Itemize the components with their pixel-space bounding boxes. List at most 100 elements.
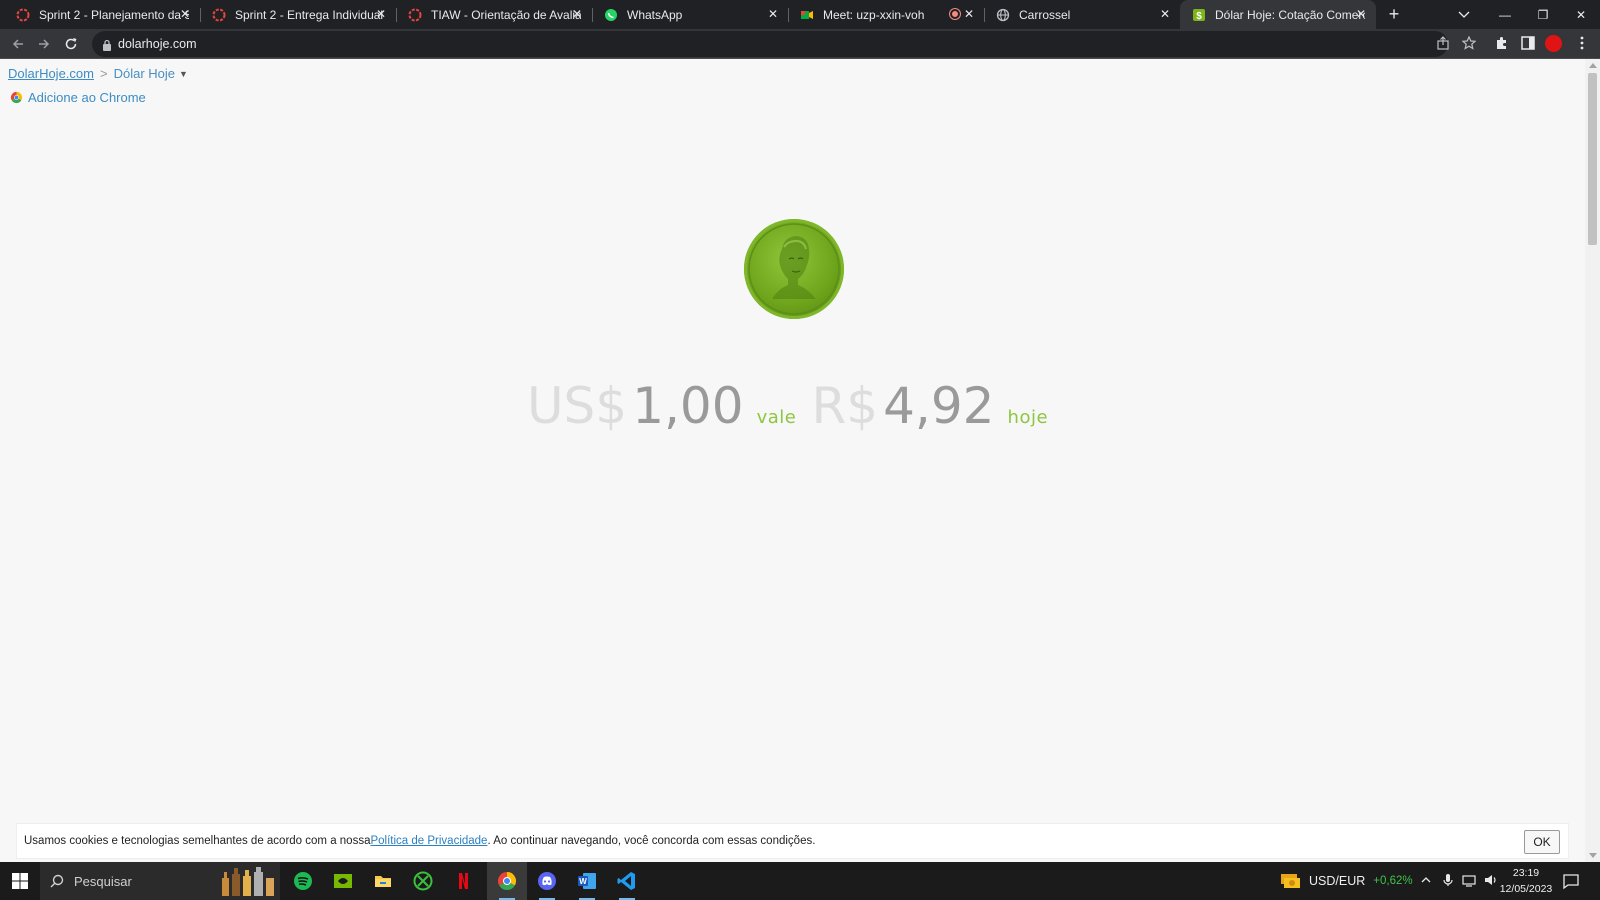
xbox-icon[interactable] xyxy=(403,862,443,900)
connector-text: vale xyxy=(756,407,797,428)
breadcrumb: DolarHoje.com > Dólar Hoje ▼ xyxy=(8,66,188,81)
tab-tiaw-orientacao[interactable]: TIAW - Orientação de Avaliação ✕ xyxy=(396,0,593,29)
cookie-banner: Usamos cookies e tecnologias semelhantes… xyxy=(16,823,1569,859)
spotify-icon[interactable] xyxy=(283,862,323,900)
file-explorer-icon[interactable] xyxy=(363,862,403,900)
tab-search-chevron-icon[interactable] xyxy=(1456,6,1472,22)
search-icon xyxy=(50,874,64,888)
svg-text:W: W xyxy=(579,877,587,886)
to-amount-input[interactable]: 4,92 xyxy=(883,377,994,435)
tab-sprint2-planejamento[interactable]: Sprint 2 - Planejamento da Sprint ✕ xyxy=(4,0,201,29)
whatsapp-icon xyxy=(604,8,618,22)
system-clock[interactable]: 23:19 12/05/2023 xyxy=(1496,865,1556,897)
recording-indicator-icon xyxy=(950,9,960,19)
ticker-change: +0,62% xyxy=(1373,875,1413,887)
close-window-icon[interactable]: ✕ xyxy=(1562,0,1600,29)
close-tab-icon[interactable]: ✕ xyxy=(178,7,192,21)
word-icon[interactable]: W xyxy=(567,862,607,900)
system-tray xyxy=(1420,862,1498,900)
tab-dolar-hoje[interactable]: $ Dólar Hoje: Cotação Comercial do Dólar… xyxy=(1180,0,1376,29)
tab-title: Carrossel xyxy=(1019,7,1071,22)
close-tab-icon[interactable]: ✕ xyxy=(962,7,976,21)
window-controls: — ❐ ✕ xyxy=(1486,0,1600,29)
close-tab-icon[interactable]: ✕ xyxy=(766,7,780,21)
vscode-icon[interactable] xyxy=(607,862,647,900)
side-panel-icon[interactable] xyxy=(1520,35,1536,51)
from-currency: US$ xyxy=(526,377,628,435)
extensions-puzzle-icon[interactable] xyxy=(1494,35,1510,51)
tab-title: Sprint 2 - Entrega Individual (ZIP) xyxy=(235,7,385,22)
close-tab-icon[interactable]: ✕ xyxy=(1158,7,1172,21)
profile-avatar[interactable] xyxy=(1545,35,1562,52)
to-currency: R$ xyxy=(811,377,879,435)
currency-ticker-widget[interactable]: USD/EUR +0,62% xyxy=(1279,862,1413,900)
netflix-icon[interactable] xyxy=(443,862,483,900)
minimize-icon[interactable]: — xyxy=(1486,0,1524,29)
cookie-text-before: Usamos cookies e tecnologias semelhantes… xyxy=(24,835,371,847)
more-menu-icon[interactable] xyxy=(1574,35,1590,51)
scrollbar-thumb[interactable] xyxy=(1588,73,1597,245)
clock-time: 23:19 xyxy=(1512,867,1540,879)
meet-icon xyxy=(800,8,814,22)
search-placeholder: Pesquisar xyxy=(74,873,132,889)
notification-center-icon[interactable] xyxy=(1562,872,1580,890)
tab-carrossel[interactable]: Carrossel ✕ xyxy=(984,0,1180,29)
close-tab-icon[interactable]: ✕ xyxy=(570,7,584,21)
tab-sprint2-entrega[interactable]: Sprint 2 - Entrega Individual (ZIP) ✕ xyxy=(200,0,397,29)
new-tab-button[interactable]: + xyxy=(1384,4,1404,24)
bookmark-star-icon[interactable] xyxy=(1461,35,1478,52)
address-bar[interactable]: dolarhoje.com xyxy=(92,31,1477,57)
discord-icon[interactable] xyxy=(527,862,567,900)
add-to-chrome-link[interactable]: Adicione ao Chrome xyxy=(10,90,146,105)
ticker-label: USD/EUR xyxy=(1309,874,1366,888)
page-content: DolarHoje.com > Dólar Hoje ▼ Adicione ao… xyxy=(0,59,1585,862)
close-tab-icon[interactable]: ✕ xyxy=(374,7,388,21)
tab-title: Sprint 2 - Planejamento da Sprint xyxy=(39,7,189,22)
dollar-icon: $ xyxy=(1192,8,1206,22)
url-text: dolarhoje.com xyxy=(118,37,197,51)
chevron-down-icon[interactable]: ▼ xyxy=(179,69,188,79)
lock-icon[interactable] xyxy=(102,38,112,51)
windows-taskbar: Pesquisar W USD/EUR +0,62% 23:19 12/05/2… xyxy=(0,862,1600,900)
restore-icon[interactable]: ❐ xyxy=(1524,0,1562,29)
chevron-up-icon[interactable] xyxy=(1420,874,1432,889)
reload-icon[interactable] xyxy=(62,35,80,53)
search-highlight-bottles-icon xyxy=(220,866,276,896)
ticker-money-icon xyxy=(1279,870,1301,893)
privacy-policy-link[interactable]: Política de Privacidade xyxy=(370,835,487,847)
cookie-ok-button[interactable]: OK xyxy=(1524,830,1560,854)
tab-title: WhatsApp xyxy=(627,7,683,22)
scroll-down-icon[interactable] xyxy=(1589,853,1597,858)
globe-icon xyxy=(996,8,1010,22)
browser-toolbar: dolarhoje.com xyxy=(0,29,1600,59)
microphone-icon[interactable] xyxy=(1442,873,1454,890)
tab-meet[interactable]: Meet: uzp-xxin-voh ✕ xyxy=(788,0,985,29)
circle-dashed-red-icon xyxy=(212,8,226,22)
tab-title: TIAW - Orientação de Avaliação xyxy=(431,7,581,22)
from-amount: 1,00 xyxy=(632,377,744,435)
close-tab-icon[interactable]: ✕ xyxy=(1354,7,1368,21)
breadcrumb-separator: > xyxy=(99,66,108,81)
browser-tab-strip: Sprint 2 - Planejamento da Sprint ✕ Spri… xyxy=(0,0,1600,29)
page-scrollbar[interactable] xyxy=(1585,59,1600,862)
taskbar-search[interactable]: Pesquisar xyxy=(40,862,280,900)
tab-title: Dólar Hoje: Cotação Comercial do Dólar xyxy=(1215,7,1365,22)
suffix-text: hoje xyxy=(1007,407,1049,428)
forward-arrow-icon[interactable] xyxy=(35,35,53,53)
circle-dashed-red-icon xyxy=(408,8,422,22)
breadcrumb-home-link[interactable]: DolarHoje.com xyxy=(8,66,94,81)
network-icon[interactable] xyxy=(1462,873,1476,890)
back-arrow-icon[interactable] xyxy=(9,35,27,53)
cookie-text-after: . Ao continuar navegando, você concorda … xyxy=(487,835,816,847)
exchange-rate-quote: US$ 1,00 vale R$ 4,92 hoje xyxy=(0,377,1585,435)
dollar-coin-washington-icon xyxy=(744,219,844,319)
share-icon[interactable] xyxy=(1436,36,1452,52)
breadcrumb-current[interactable]: Dólar Hoje xyxy=(114,66,175,81)
nvidia-icon[interactable] xyxy=(323,862,363,900)
circle-dashed-red-icon xyxy=(16,8,30,22)
chrome-icon[interactable] xyxy=(487,862,527,900)
chrome-logo-icon xyxy=(10,91,23,104)
tab-whatsapp[interactable]: WhatsApp ✕ xyxy=(592,0,789,29)
windows-start-icon[interactable] xyxy=(0,862,40,900)
scroll-up-icon[interactable] xyxy=(1589,63,1597,68)
